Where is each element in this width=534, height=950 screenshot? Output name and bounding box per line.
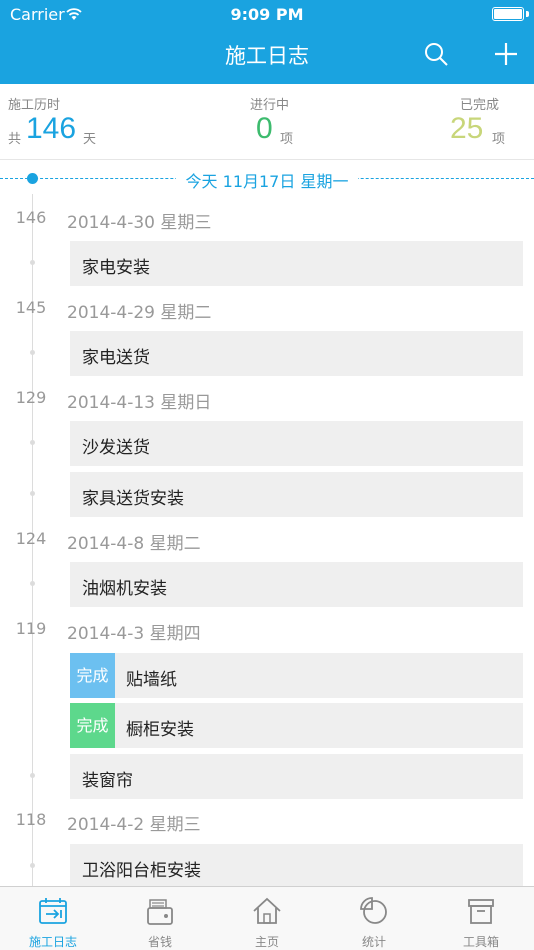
log-item[interactable]: 家具送货安装 [70, 472, 523, 517]
tab-label: 省钱 [147, 935, 172, 949]
tab-label: 施工日志 [28, 935, 77, 949]
log-item-text: 装窗帘 [82, 771, 133, 791]
tab-bar: 施工日志 省钱 主页 统计 工具箱 [0, 886, 534, 950]
log-item-text: 家具送货安装 [82, 489, 184, 509]
day-number: 118 [15, 810, 47, 829]
plus-icon[interactable] [490, 38, 522, 70]
completed-value: 25 [450, 112, 484, 145]
today-divider: 今天 11月17日 星期一 [0, 164, 534, 194]
tab-label: 统计 [361, 935, 386, 949]
log-item[interactable]: 卫浴阳台柜安装 [70, 844, 523, 886]
log-item-text: 沙发送货 [82, 438, 150, 458]
day-number: 145 [15, 298, 47, 317]
status-time: 9:09 PM [230, 5, 304, 24]
day-date: 2014-4-8 星期二 [67, 534, 201, 554]
timeline-node [30, 260, 35, 265]
timeline-node [30, 773, 35, 778]
log-item-text: 贴墙纸 [126, 670, 177, 690]
elapsed-prefix: 共 [8, 132, 22, 147]
done-badge: 完成 [70, 703, 115, 748]
tab-statistics[interactable]: 统计 [321, 887, 427, 950]
elapsed-label: 施工历时 [8, 98, 61, 113]
day-number: 146 [15, 208, 47, 227]
timeline[interactable]: 146 2014-4-30 星期三 家电安装 145 2014-4-29 星期二… [0, 194, 534, 886]
day-header: 145 2014-4-29 星期二 [0, 298, 534, 326]
tab-label: 工具箱 [462, 935, 499, 949]
day-date: 2014-4-29 星期二 [67, 303, 212, 323]
log-item[interactable]: 家电安装 [70, 241, 523, 286]
tab-label: 主页 [254, 935, 279, 949]
log-item[interactable]: 沙发送货 [70, 421, 523, 466]
day-header: 119 2014-4-3 星期四 [0, 619, 534, 647]
summary-panel: 施工历时 共 146 天 进行中 0 项 已完成 25 项 [0, 84, 534, 160]
top-bar: Carrier 9:09 PM 施工日志 [0, 0, 534, 84]
timeline-node [30, 581, 35, 586]
toolbox-icon [468, 899, 494, 924]
page-title: 施工日志 [225, 44, 309, 68]
day-date: 2014-4-2 星期三 [67, 815, 201, 835]
elapsed-unit: 天 [83, 132, 97, 147]
tab-save-money[interactable]: 省钱 [107, 887, 213, 950]
battery-tip [526, 11, 529, 17]
in-progress-value: 0 [256, 112, 273, 145]
log-item-text: 卫浴阳台柜安装 [82, 861, 201, 881]
wallet-icon [147, 899, 173, 925]
day-number: 124 [15, 529, 47, 548]
home-icon [253, 897, 281, 924]
battery-icon [492, 7, 524, 21]
log-item[interactable]: 完成 橱柜安装 [70, 703, 523, 748]
log-item[interactable]: 装窗帘 [70, 754, 523, 799]
search-icon[interactable] [420, 38, 452, 70]
log-item-text: 油烟机安装 [82, 579, 167, 599]
day-date: 2014-4-13 星期日 [67, 393, 212, 413]
day-header: 146 2014-4-30 星期三 [0, 208, 534, 236]
day-number: 129 [15, 388, 47, 407]
timeline-node [30, 440, 35, 445]
in-progress-label: 进行中 [250, 98, 290, 113]
pie-chart-icon [360, 897, 387, 924]
timeline-node [30, 350, 35, 355]
in-progress-unit: 项 [280, 132, 294, 147]
day-header: 124 2014-4-8 星期二 [0, 529, 534, 557]
tab-home[interactable]: 主页 [214, 887, 320, 950]
log-item-text: 橱柜安装 [126, 720, 194, 740]
calendar-icon [39, 898, 67, 924]
tab-toolbox[interactable]: 工具箱 [428, 887, 534, 950]
day-number: 119 [15, 619, 47, 638]
day-header: 118 2014-4-2 星期三 [0, 810, 534, 838]
timeline-node [30, 863, 35, 868]
log-item[interactable]: 完成 贴墙纸 [70, 653, 523, 698]
tab-construction-log[interactable]: 施工日志 [0, 887, 106, 950]
log-item-text: 家电送货 [82, 348, 150, 368]
completed-label: 已完成 [460, 98, 500, 113]
timeline-node [30, 491, 35, 496]
status-bar: Carrier 9:09 PM [0, 0, 534, 30]
log-item[interactable]: 家电送货 [70, 331, 523, 376]
elapsed-value: 146 [26, 112, 77, 145]
today-label: 今天 11月17日 星期一 [175, 172, 359, 191]
day-header: 129 2014-4-13 星期日 [0, 388, 534, 416]
log-item[interactable]: 油烟机安装 [70, 562, 523, 607]
day-date: 2014-4-30 星期三 [67, 213, 212, 233]
day-date: 2014-4-3 星期四 [67, 624, 201, 644]
done-badge: 完成 [70, 653, 115, 698]
log-item-text: 家电安装 [82, 258, 150, 278]
completed-unit: 项 [492, 132, 506, 147]
